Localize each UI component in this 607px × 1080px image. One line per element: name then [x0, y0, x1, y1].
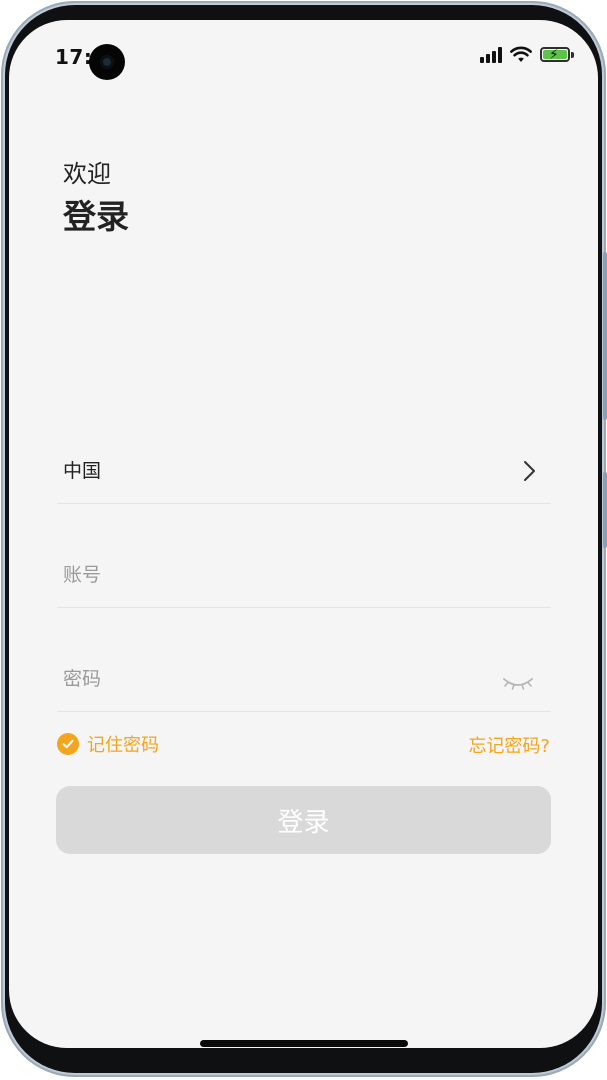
forgot-password-link[interactable]: 忘记密码?	[468, 732, 550, 758]
login-button[interactable]: 登录	[56, 786, 551, 854]
checkmark-icon	[57, 733, 79, 755]
country-value: 中国	[63, 460, 102, 482]
page-title: 登录	[63, 197, 129, 236]
password-placeholder: 密码	[63, 668, 102, 690]
password-field[interactable]: 密码	[57, 632, 551, 712]
phone-device: 17:1 ⚡ 欢迎 登录 中国 账号 密码 记住密码 忘记密码? 登录	[0, 0, 607, 1080]
power-button	[603, 472, 607, 548]
account-placeholder: 账号	[63, 564, 102, 586]
account-field[interactable]: 账号	[57, 528, 551, 608]
welcome-text: 欢迎	[63, 160, 111, 188]
battery-charging-icon: ⚡	[540, 47, 574, 63]
remember-password-checkbox[interactable]: 记住密码	[57, 731, 159, 757]
home-indicator[interactable]	[200, 1040, 408, 1047]
volume-button	[603, 252, 607, 420]
remember-password-label: 记住密码	[87, 735, 159, 756]
front-camera	[89, 44, 125, 80]
country-selector[interactable]: 中国	[57, 424, 551, 504]
eye-closed-icon[interactable]	[501, 673, 535, 693]
status-icons: ⚡	[480, 46, 574, 63]
signal-icon	[480, 46, 502, 63]
chevron-right-icon	[524, 461, 535, 481]
app-screen: 17:1 ⚡ 欢迎 登录 中国 账号 密码 记住密码 忘记密码? 登录	[9, 20, 598, 1048]
wifi-icon	[510, 46, 532, 62]
